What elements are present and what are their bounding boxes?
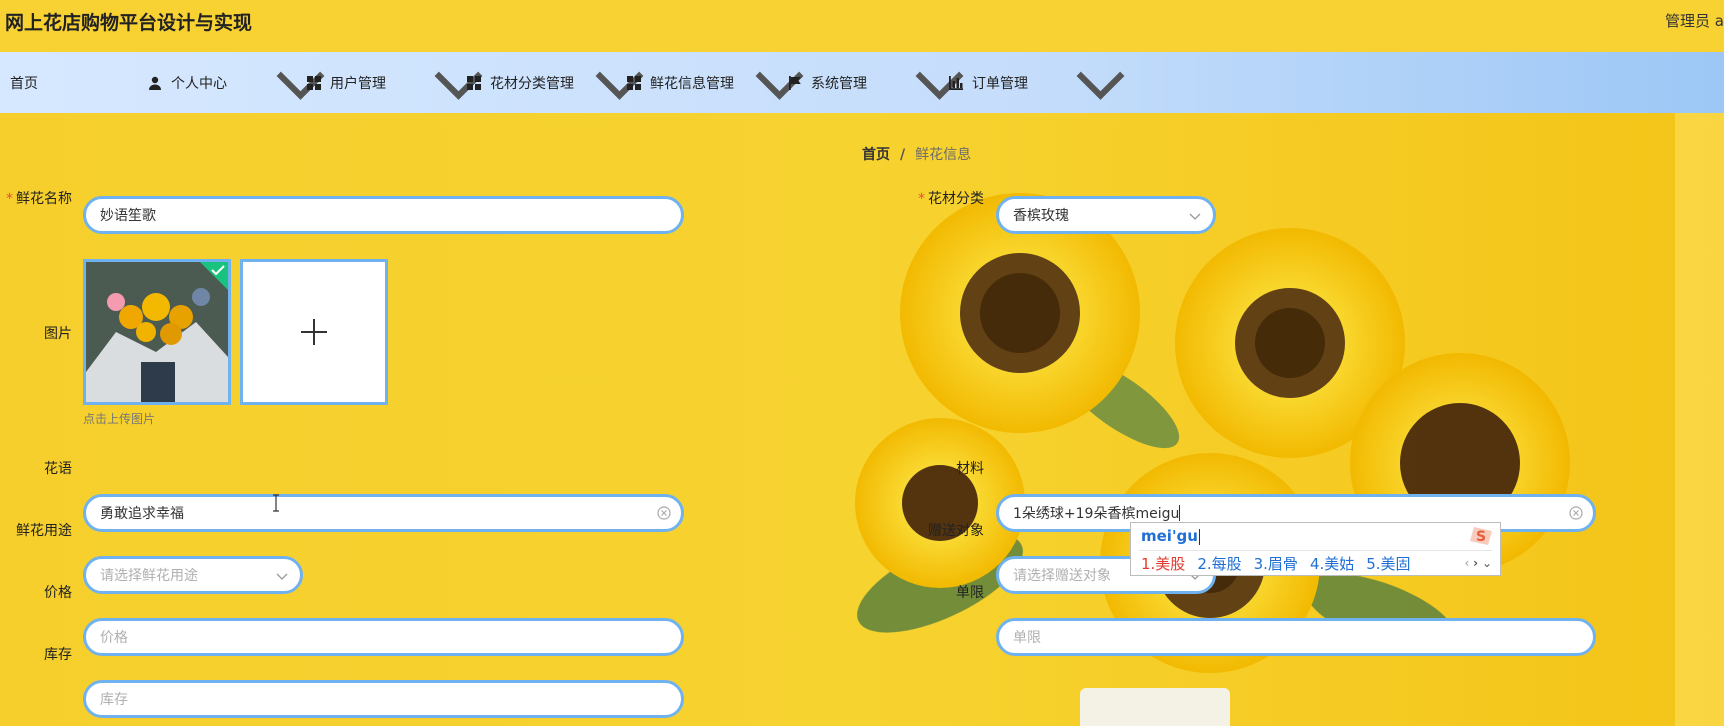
- ime-candidate[interactable]: 4.美姑: [1310, 555, 1354, 573]
- nav-item-category-management[interactable]: 花材分类管理: [466, 52, 574, 113]
- breadcrumb: 首页 / 鲜花信息: [862, 144, 971, 164]
- category-select[interactable]: 香槟玫瑰: [996, 196, 1216, 234]
- nav-item-system-management[interactable]: 系统管理: [787, 52, 867, 113]
- category-label: * 花材分类: [918, 191, 984, 207]
- bar-chart-icon: [949, 75, 963, 90]
- bouquet-image: [86, 262, 228, 402]
- right-edge-strip: [1675, 113, 1724, 726]
- clear-icon[interactable]: [1569, 506, 1583, 520]
- usage-label: 鲜花用途: [16, 523, 72, 539]
- chevron-down-icon: [1189, 213, 1201, 220]
- flower-language-input[interactable]: 勇敢追求幸福: [83, 494, 684, 532]
- nav-item-label: 花材分类管理: [490, 75, 574, 92]
- nav-item-label: 鲜花信息管理: [650, 75, 734, 92]
- add-image-button[interactable]: [240, 259, 388, 405]
- nav-item-label: 个人中心: [171, 75, 227, 92]
- app-title: 网上花店购物平台设计与实现: [5, 12, 253, 34]
- plus-icon: [301, 319, 327, 345]
- nav-item-home[interactable]: 首页: [10, 52, 38, 113]
- clear-icon[interactable]: [657, 506, 671, 520]
- grid-icon: [307, 75, 321, 90]
- breadcrumb-home[interactable]: 首页: [862, 147, 890, 163]
- text-caret: [1179, 505, 1181, 521]
- stock-label: 库存: [44, 647, 72, 663]
- nav-item-personal-center[interactable]: 个人中心: [147, 52, 227, 113]
- text-cursor-icon: [273, 494, 279, 512]
- flower-language-label: 花语: [44, 461, 72, 477]
- chevron-down-icon[interactable]: [1070, 52, 1131, 113]
- required-mark: *: [918, 191, 925, 207]
- image-label: 图片: [44, 326, 72, 342]
- price-label: 价格: [44, 585, 72, 601]
- breadcrumb-current: 鲜花信息: [915, 147, 972, 163]
- ime-candidate[interactable]: 5.美固: [1366, 555, 1410, 573]
- nav-item-label: 用户管理: [330, 75, 386, 92]
- nav-item-label: 首页: [10, 75, 38, 92]
- chevron-down-icon: [276, 573, 288, 580]
- admin-user-menu[interactable]: 管理员 a: [1665, 10, 1724, 31]
- ime-candidate[interactable]: 2.每股: [1197, 555, 1241, 573]
- usage-select[interactable]: 请选择鲜花用途: [83, 556, 303, 594]
- sogou-logo-icon: S: [1470, 527, 1492, 545]
- flower-name-label: * 鲜花名称: [6, 191, 72, 207]
- price-input[interactable]: 价格: [83, 618, 684, 656]
- flag-icon: [789, 75, 801, 90]
- breadcrumb-separator: /: [900, 147, 906, 163]
- ime-divider: [1139, 550, 1492, 551]
- flower-name-input[interactable]: 妙语笙歌: [83, 196, 684, 234]
- chevron-right-icon[interactable]: ›: [1473, 556, 1478, 570]
- nav-item-user-management[interactable]: 用户管理: [306, 52, 386, 113]
- ime-pinyin: mei'gu: [1141, 527, 1200, 545]
- material-label: 材料: [956, 461, 984, 477]
- ime-candidate[interactable]: 3.眉骨: [1254, 555, 1298, 573]
- ime-candidate-list: 1.美股 2.每股 3.眉骨 4.美姑 5.美固: [1141, 553, 1423, 574]
- ime-candidate-window: mei'gu S 1.美股 2.每股 3.眉骨 4.美姑 5.美固 ‹ › ⌄: [1130, 522, 1501, 576]
- nav-item-label: 系统管理: [811, 75, 867, 92]
- svg-text:S: S: [1476, 529, 1486, 545]
- stock-input[interactable]: 库存: [83, 680, 684, 718]
- nav-item-order-management[interactable]: 订单管理: [948, 52, 1028, 113]
- main-content: 首页 / 鲜花信息 * 鲜花名称 妙语笙歌 * 花材分类 香槟玫瑰 图片 点击上传图片: [0, 113, 1724, 726]
- grid-icon: [627, 75, 641, 90]
- chevron-left-icon[interactable]: ‹: [1465, 556, 1470, 570]
- top-header: 网上花店购物平台设计与实现 管理员 a: [0, 0, 1724, 52]
- nav-item-label: 订单管理: [972, 75, 1028, 92]
- limit-input[interactable]: 单限: [996, 618, 1596, 656]
- limit-label: 单限: [956, 585, 984, 601]
- ime-candidate[interactable]: 1.美股: [1141, 555, 1185, 573]
- nav-item-flower-info-management[interactable]: 鲜花信息管理: [626, 52, 734, 113]
- upload-hint: 点击上传图片: [83, 412, 156, 426]
- gift-target-label: 赠送对象: [928, 523, 984, 539]
- chevron-down-icon[interactable]: ⌄: [1482, 556, 1492, 570]
- grid-icon: [467, 75, 481, 90]
- ime-page-controls: ‹ › ⌄: [1465, 556, 1492, 570]
- uploaded-image-thumbnail[interactable]: [83, 259, 231, 405]
- required-mark: *: [6, 191, 13, 207]
- main-nav: 首页 个人中心 用户管理 花材分类管理 鲜花信息管理 系统管理 订单管理: [0, 52, 1724, 113]
- user-icon: [149, 76, 161, 90]
